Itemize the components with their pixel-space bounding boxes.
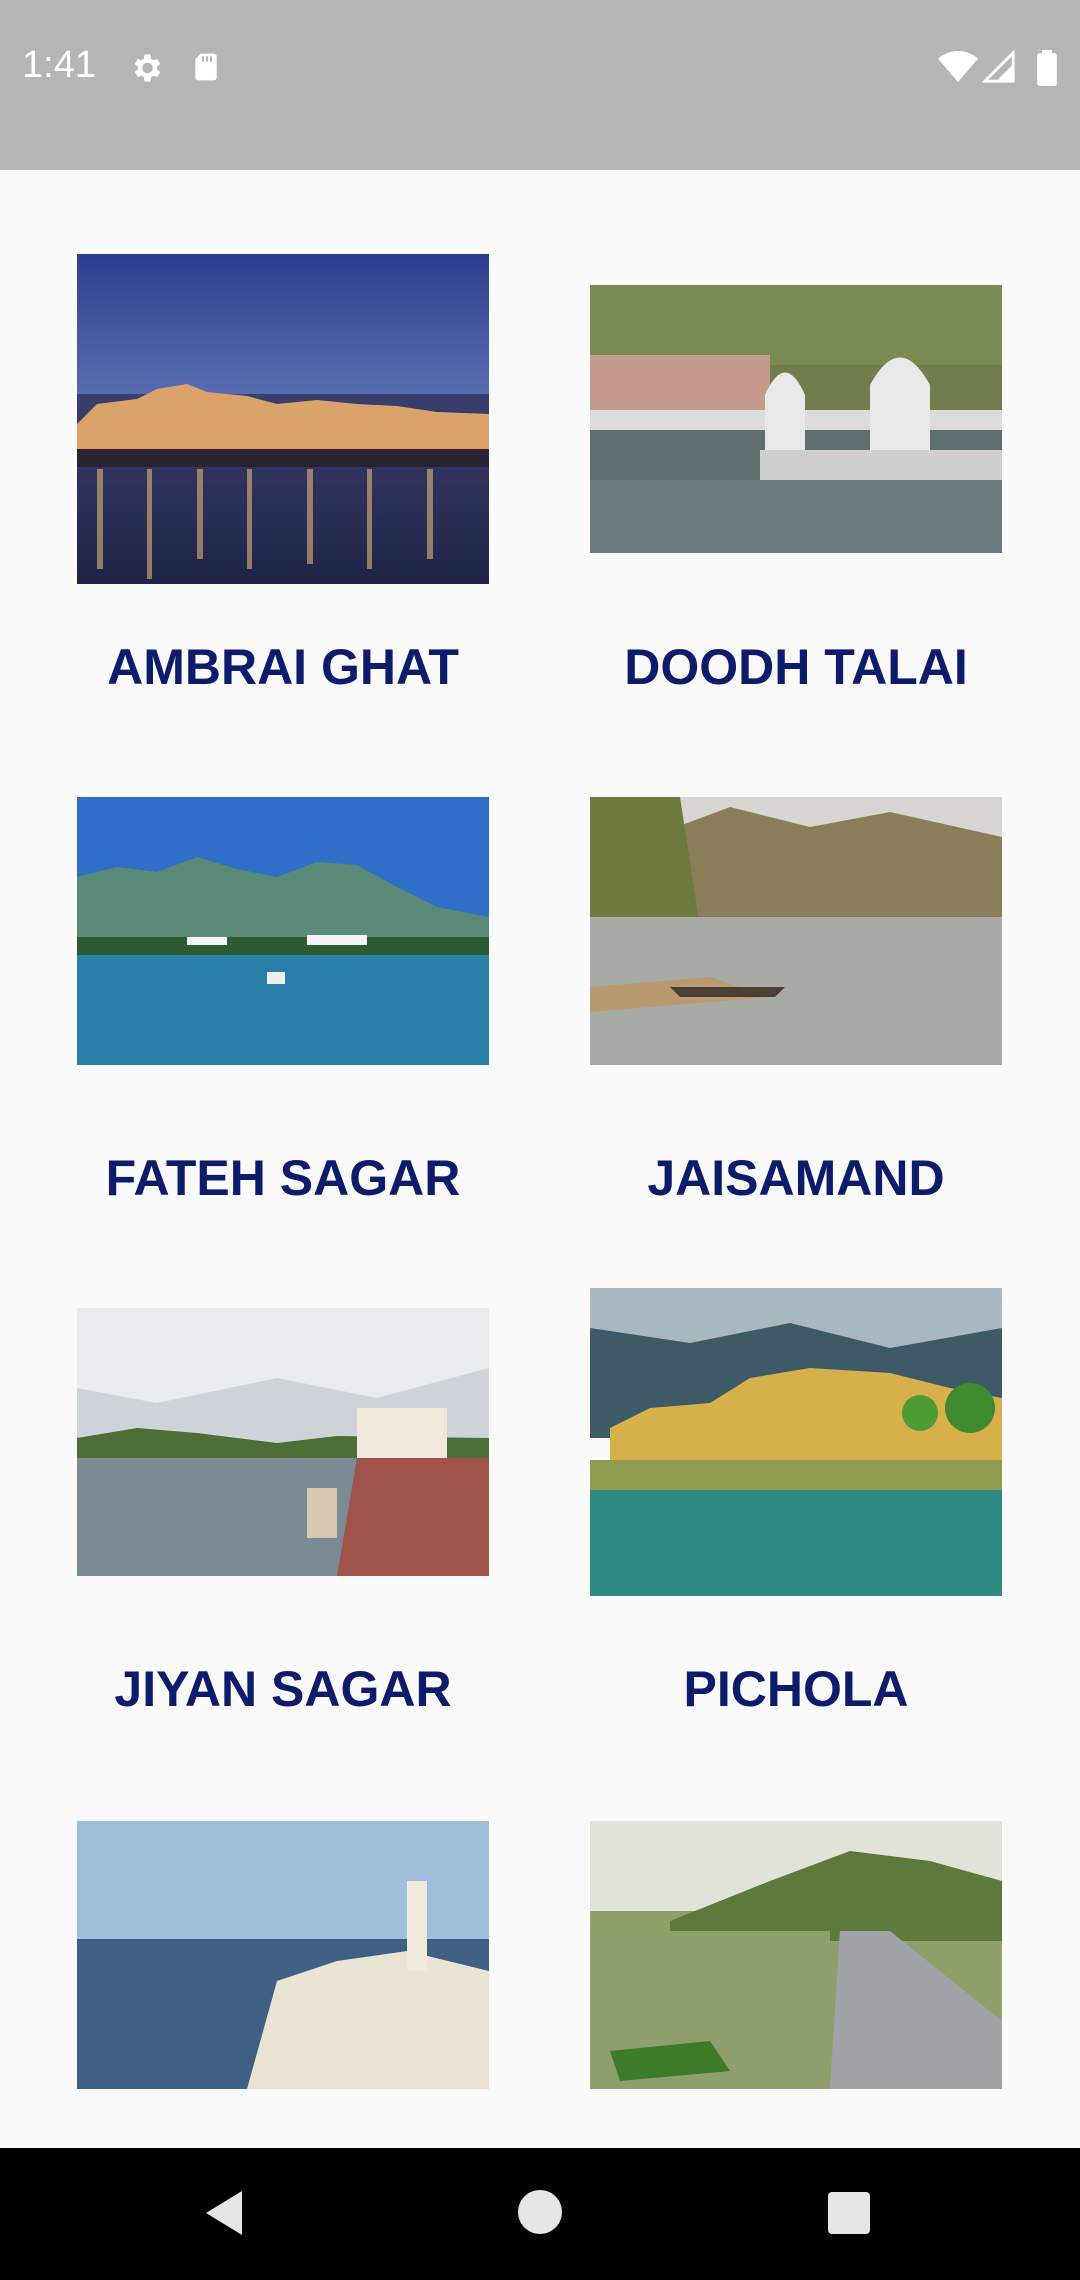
battery-icon	[1037, 50, 1057, 86]
lake-name: JIYAN SAGAR	[114, 1661, 452, 1717]
lake-name: DOODH TALAI	[624, 639, 968, 695]
navigation-bar	[0, 2148, 1080, 2280]
signal-icon	[982, 50, 1015, 83]
lake-image-fateh-sagar	[77, 797, 489, 1065]
status-bar: 1:41	[0, 0, 1080, 170]
lake-image-doodh-talai	[590, 285, 1002, 553]
gear-icon	[134, 54, 161, 82]
back-icon[interactable]	[202, 2188, 246, 2238]
lake-name: PICHOLA	[683, 1661, 909, 1717]
lake-grid: AMBRAI GHAT DOODH TALAI FATEH SAGAR JAIS…	[0, 170, 1080, 2148]
lake-name: AMBRAI GHAT	[107, 639, 459, 695]
wifi-icon	[938, 51, 978, 82]
lake-name: JAISAMAND	[647, 1150, 945, 1206]
recents-icon[interactable]	[828, 2192, 870, 2234]
lake-name: FATEH SAGAR	[105, 1150, 461, 1206]
lake-image-ambrai-ghat	[77, 254, 489, 584]
home-icon[interactable]	[518, 2190, 562, 2234]
lake-image-jiyan-sagar	[77, 1308, 489, 1576]
lake-image-jaisamand	[590, 797, 1002, 1065]
status-time: 1:41	[22, 44, 96, 86]
lake-image-pichola	[590, 1288, 1002, 1596]
lake-image-8	[590, 1821, 1002, 2089]
lake-image-7	[77, 1821, 489, 2089]
sd-card-icon	[195, 53, 217, 81]
